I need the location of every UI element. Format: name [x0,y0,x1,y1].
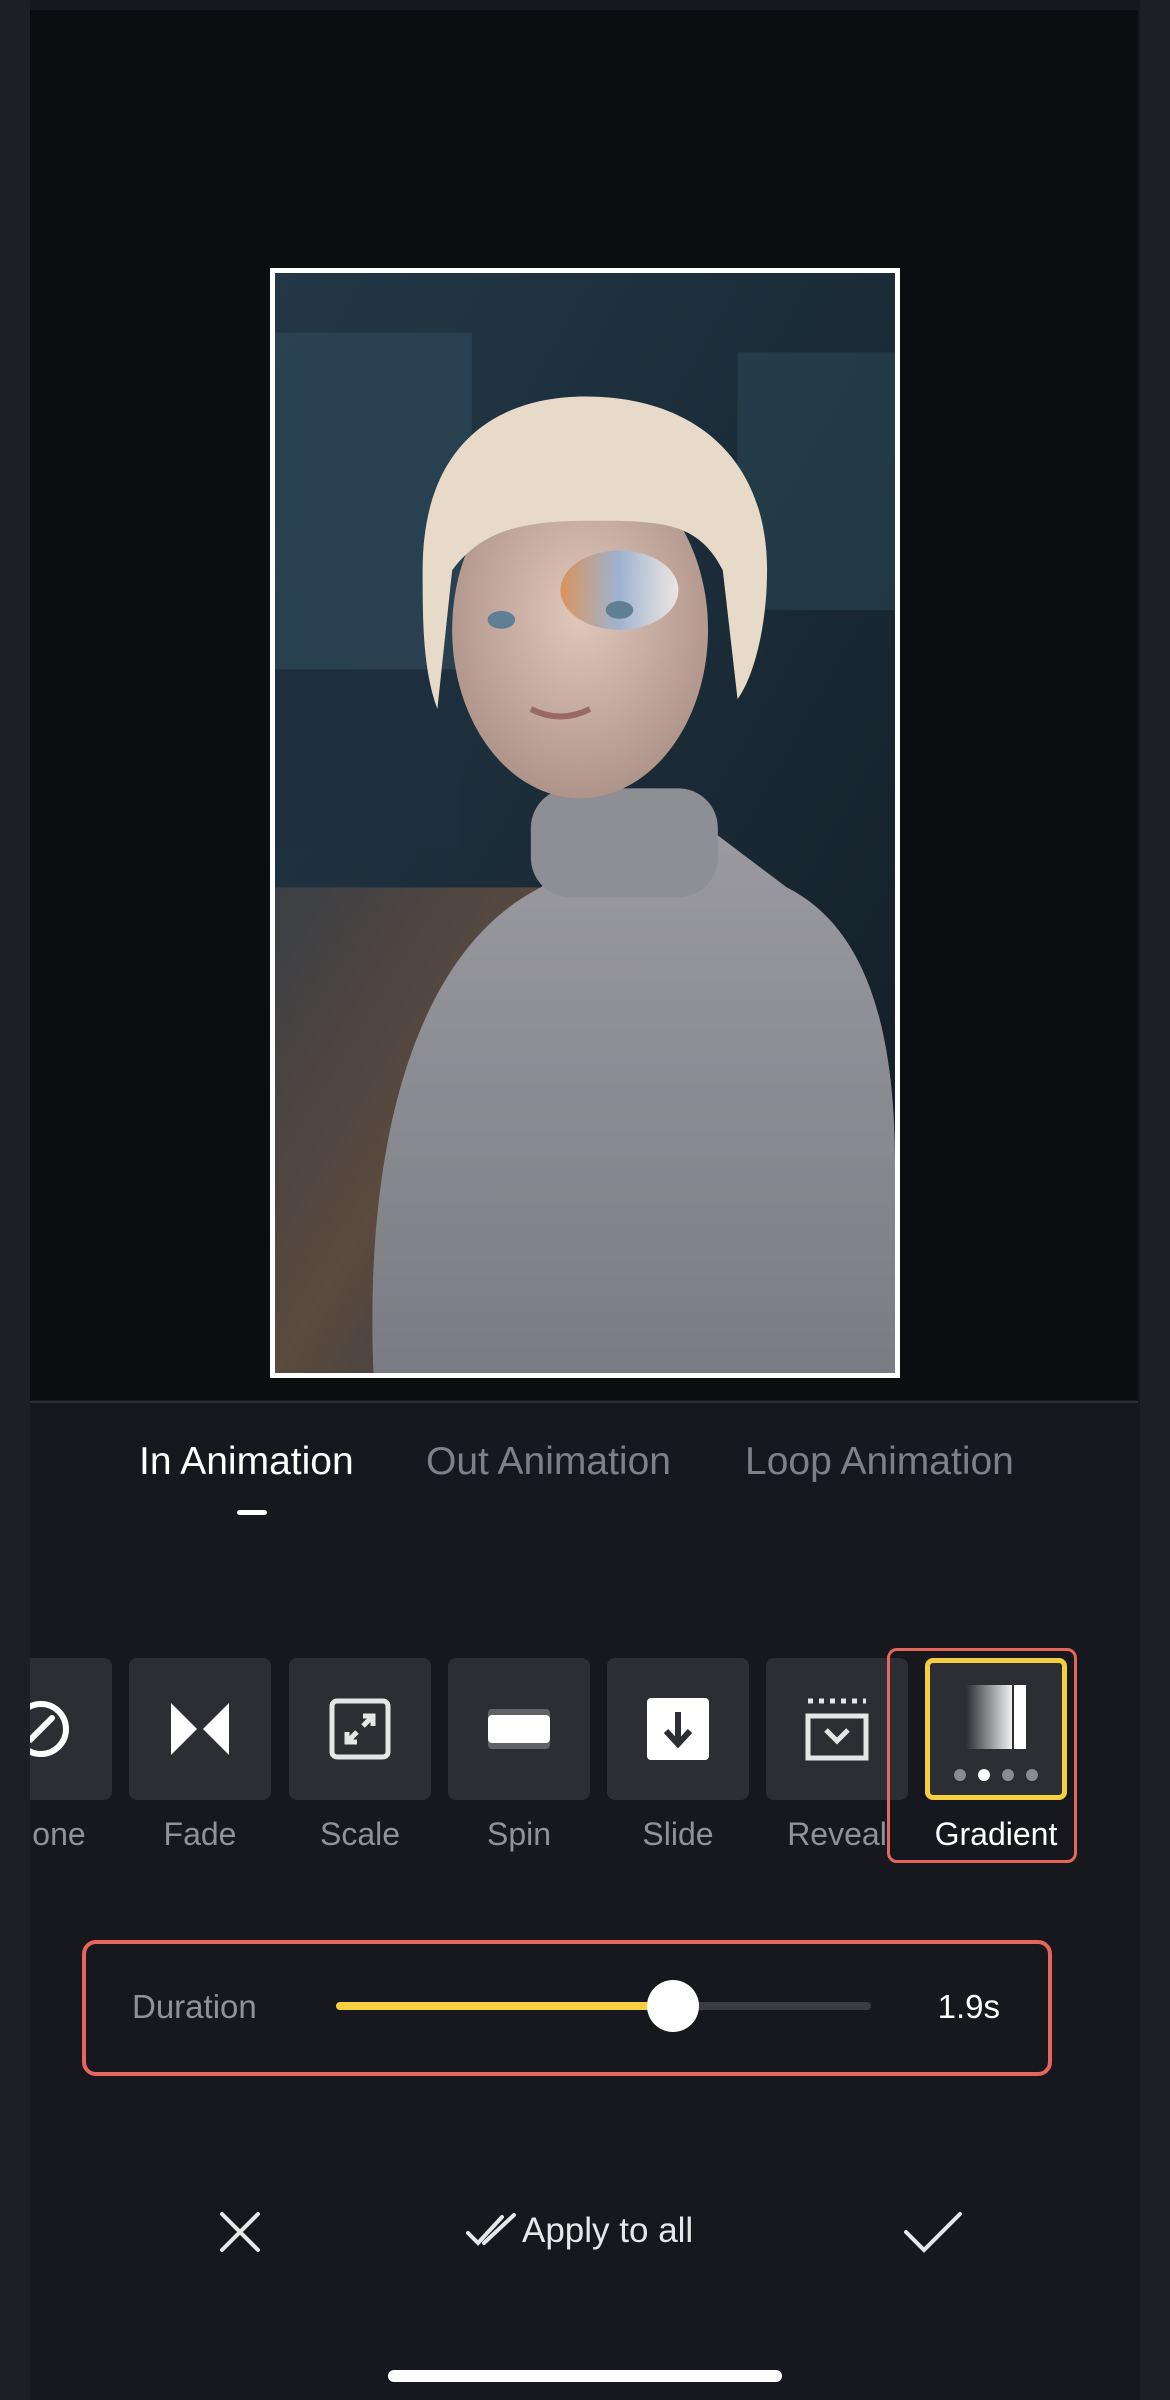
fade-bowtie-icon [171,1703,229,1755]
duration-slider-fill [336,2002,674,2010]
preset-none-tile [30,1658,112,1800]
slide-down-arrow-icon [647,1698,709,1760]
preset-slide[interactable]: Slide [607,1658,749,1853]
video-preview [30,10,1138,1400]
preset-none-label: one [32,1816,86,1852]
preset-fade-tile [129,1658,271,1800]
active-tab-indicator [237,1510,267,1515]
tab-in-animation[interactable]: In Animation [139,1440,354,1484]
scale-corners-icon [329,1698,391,1760]
clip-photo [275,273,895,1373]
bottom-action-bar: Apply to all [0,2190,1170,2280]
preset-none[interactable]: one [30,1658,112,1853]
preset-fade-label: Fade [163,1816,237,1852]
duration-value: 1.9s [937,1988,1000,2025]
reveal-icon [805,1698,869,1761]
none-circle-slash-icon [30,1701,69,1757]
animation-tabs: In Animation Out Animation Loop Animatio… [0,1440,1170,1520]
preset-scale-label: Scale [319,1816,401,1852]
highlight-box-gradient [887,1648,1077,1863]
tab-out-animation[interactable]: Out Animation [426,1440,671,1484]
preset-spin-label: Spin [486,1816,552,1852]
preset-spin[interactable]: Spin [448,1658,590,1853]
duration-slider[interactable] [336,1980,871,2032]
duration-control: Duration 1.9s [82,1940,1052,2076]
home-indicator [388,2370,782,2382]
preset-slide-tile [607,1658,749,1800]
apply-to-all-label: Apply to all [522,2211,694,2250]
preset-scale[interactable]: Scale [289,1658,431,1853]
preview-divider [30,1401,1138,1403]
cancel-button[interactable] [210,2202,270,2262]
preset-scale-tile [289,1658,431,1800]
duration-label: Duration [132,1988,257,2025]
duration-slider-thumb[interactable] [647,1980,700,2032]
preset-fade[interactable]: Fade [129,1658,271,1853]
tab-loop-animation[interactable]: Loop Animation [745,1440,1014,1484]
checkmark-icon [904,2212,962,2253]
apply-to-all-button[interactable]: Apply to all [466,2196,693,2266]
double-check-icon [466,2213,516,2246]
preset-slide-label: Slide [642,1816,714,1852]
spin-blur-icon [488,1709,550,1749]
preset-spin-tile [448,1658,590,1800]
screen-edge-right [1140,0,1170,2400]
screen-edge-left [0,0,30,2400]
confirm-button[interactable] [900,2202,966,2262]
close-icon [220,2212,260,2252]
video-clip-frame[interactable] [270,268,900,1378]
